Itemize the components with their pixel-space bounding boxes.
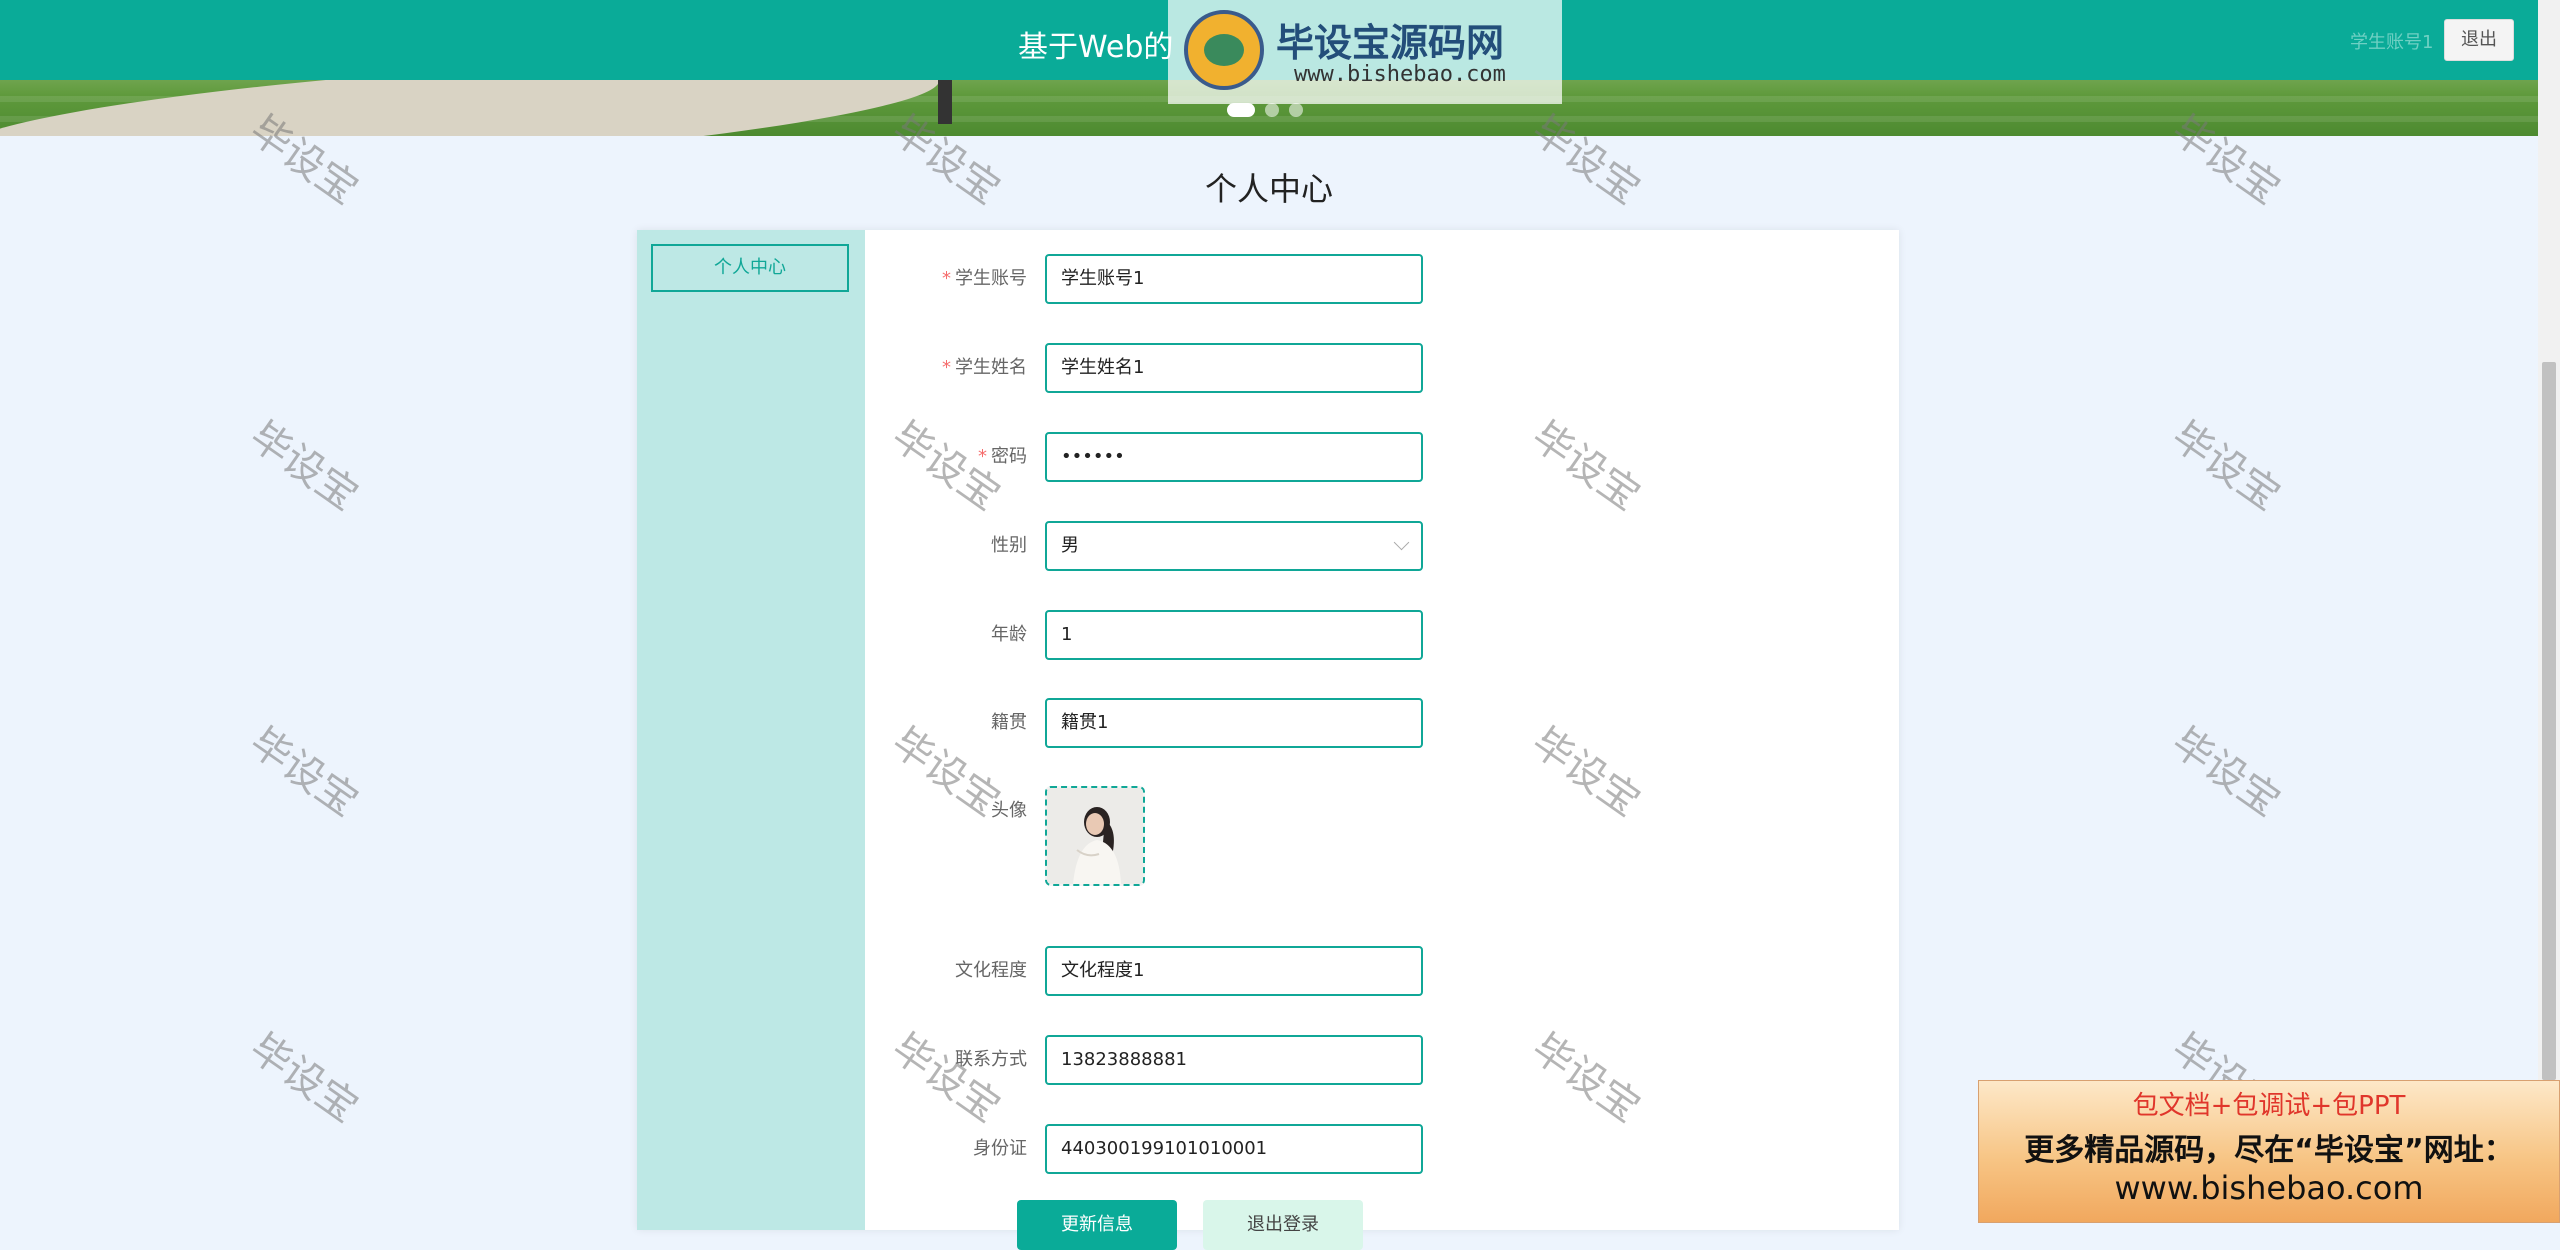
- header-logout-button[interactable]: 退出: [2444, 19, 2514, 61]
- form-row-password: * 密码 ••••••: [865, 432, 1899, 482]
- gender-label: 性别: [991, 535, 1027, 556]
- carousel-dot-2[interactable]: [1265, 103, 1279, 117]
- watermark-text: 毕设宝: [2163, 719, 2289, 826]
- page-title: 个人中心: [1204, 170, 1333, 208]
- form-row-contact: 联系方式 13823888881: [865, 1035, 1899, 1085]
- form-row-age: 年龄 1: [865, 610, 1899, 660]
- ad-url: www.bishebao.com: [2114, 1169, 2424, 1207]
- name-input[interactable]: 学生姓名1: [1045, 343, 1423, 393]
- sidebar-item-profile[interactable]: 个人中心: [651, 244, 849, 292]
- scrollbar-thumb[interactable]: [2542, 362, 2556, 1080]
- current-user-label: 学生账号1: [2350, 32, 2434, 53]
- avatar-label: 头像: [991, 800, 1027, 821]
- form-row-education: 文化程度 文化程度1: [865, 946, 1899, 996]
- education-input[interactable]: 文化程度1: [1045, 946, 1423, 996]
- update-info-button[interactable]: 更新信息: [1017, 1200, 1177, 1250]
- carousel-indicators: [1227, 103, 1303, 117]
- profile-panel: 个人中心 * 学生账号 学生账号1 * 学生姓名 学生姓名1 * 密码 •••••• …: [637, 230, 1899, 1250]
- watermark-text: 毕设宝: [241, 413, 367, 520]
- gender-select-value: 男: [1061, 535, 1079, 556]
- avatar-upload[interactable]: [1045, 786, 1145, 886]
- chevron-down-icon: [1393, 534, 1410, 551]
- form-row-gender: 性别 男: [865, 521, 1899, 571]
- gender-select[interactable]: 男: [1045, 521, 1423, 571]
- name-label: * 学生姓名: [942, 357, 1027, 378]
- ad-banner[interactable]: 包文档+包调试+包PPT 更多精品源码，尽在“毕设宝”网址： www.bishe…: [1978, 1080, 2560, 1223]
- watermark-text: 毕设宝: [241, 719, 367, 826]
- form-row-hometown: 籍贯 籍贯1: [865, 698, 1899, 748]
- password-input[interactable]: ••••••: [1045, 432, 1423, 482]
- logo-icon: [1184, 10, 1264, 90]
- id-card-input[interactable]: 440300199101010001: [1045, 1124, 1423, 1174]
- form-row-name: * 学生姓名 学生姓名1: [865, 343, 1899, 393]
- watermark-text: 毕设宝: [241, 1025, 367, 1132]
- watermark-text: 毕设宝: [2163, 413, 2289, 520]
- ad-line-2: 更多精品源码，尽在“毕设宝”网址：: [2024, 1133, 2514, 1168]
- logo-url: www.bishebao.com: [1294, 62, 1506, 87]
- password-label: * 密码: [978, 446, 1027, 467]
- site-title: 基于Web的: [1018, 30, 1174, 65]
- education-label: 文化程度: [955, 960, 1027, 981]
- ad-line-1: 包文档+包调试+包PPT: [2132, 1091, 2406, 1121]
- form-row-account: * 学生账号 学生账号1: [865, 254, 1899, 304]
- contact-input[interactable]: 13823888881: [1045, 1035, 1423, 1085]
- age-label: 年龄: [991, 624, 1027, 645]
- carousel-dot-1[interactable]: [1227, 103, 1255, 117]
- logo-watermark: 毕设宝源码网 www.bishebao.com: [1168, 0, 1562, 104]
- hometown-input[interactable]: 籍贯1: [1045, 698, 1423, 748]
- logo-name: 毕设宝源码网: [1276, 21, 1505, 65]
- logout-account-button[interactable]: 退出登录: [1203, 1200, 1363, 1250]
- contact-label: 联系方式: [955, 1049, 1027, 1070]
- account-input[interactable]: 学生账号1: [1045, 254, 1423, 304]
- sidebar: 个人中心: [637, 230, 865, 1230]
- form-row-id-card: 身份证 440300199101010001: [865, 1124, 1899, 1174]
- page-scrollbar[interactable]: [2538, 0, 2560, 1223]
- account-label: * 学生账号: [942, 268, 1027, 289]
- hometown-label: 籍贯: [991, 712, 1027, 733]
- banner-post-shape: [938, 80, 952, 124]
- carousel-dot-3[interactable]: [1289, 103, 1303, 117]
- form-row-avatar: 头像: [865, 786, 1899, 886]
- avatar-image: [1047, 788, 1143, 884]
- id-card-label: 身份证: [973, 1138, 1027, 1159]
- age-input[interactable]: 1: [1045, 610, 1423, 660]
